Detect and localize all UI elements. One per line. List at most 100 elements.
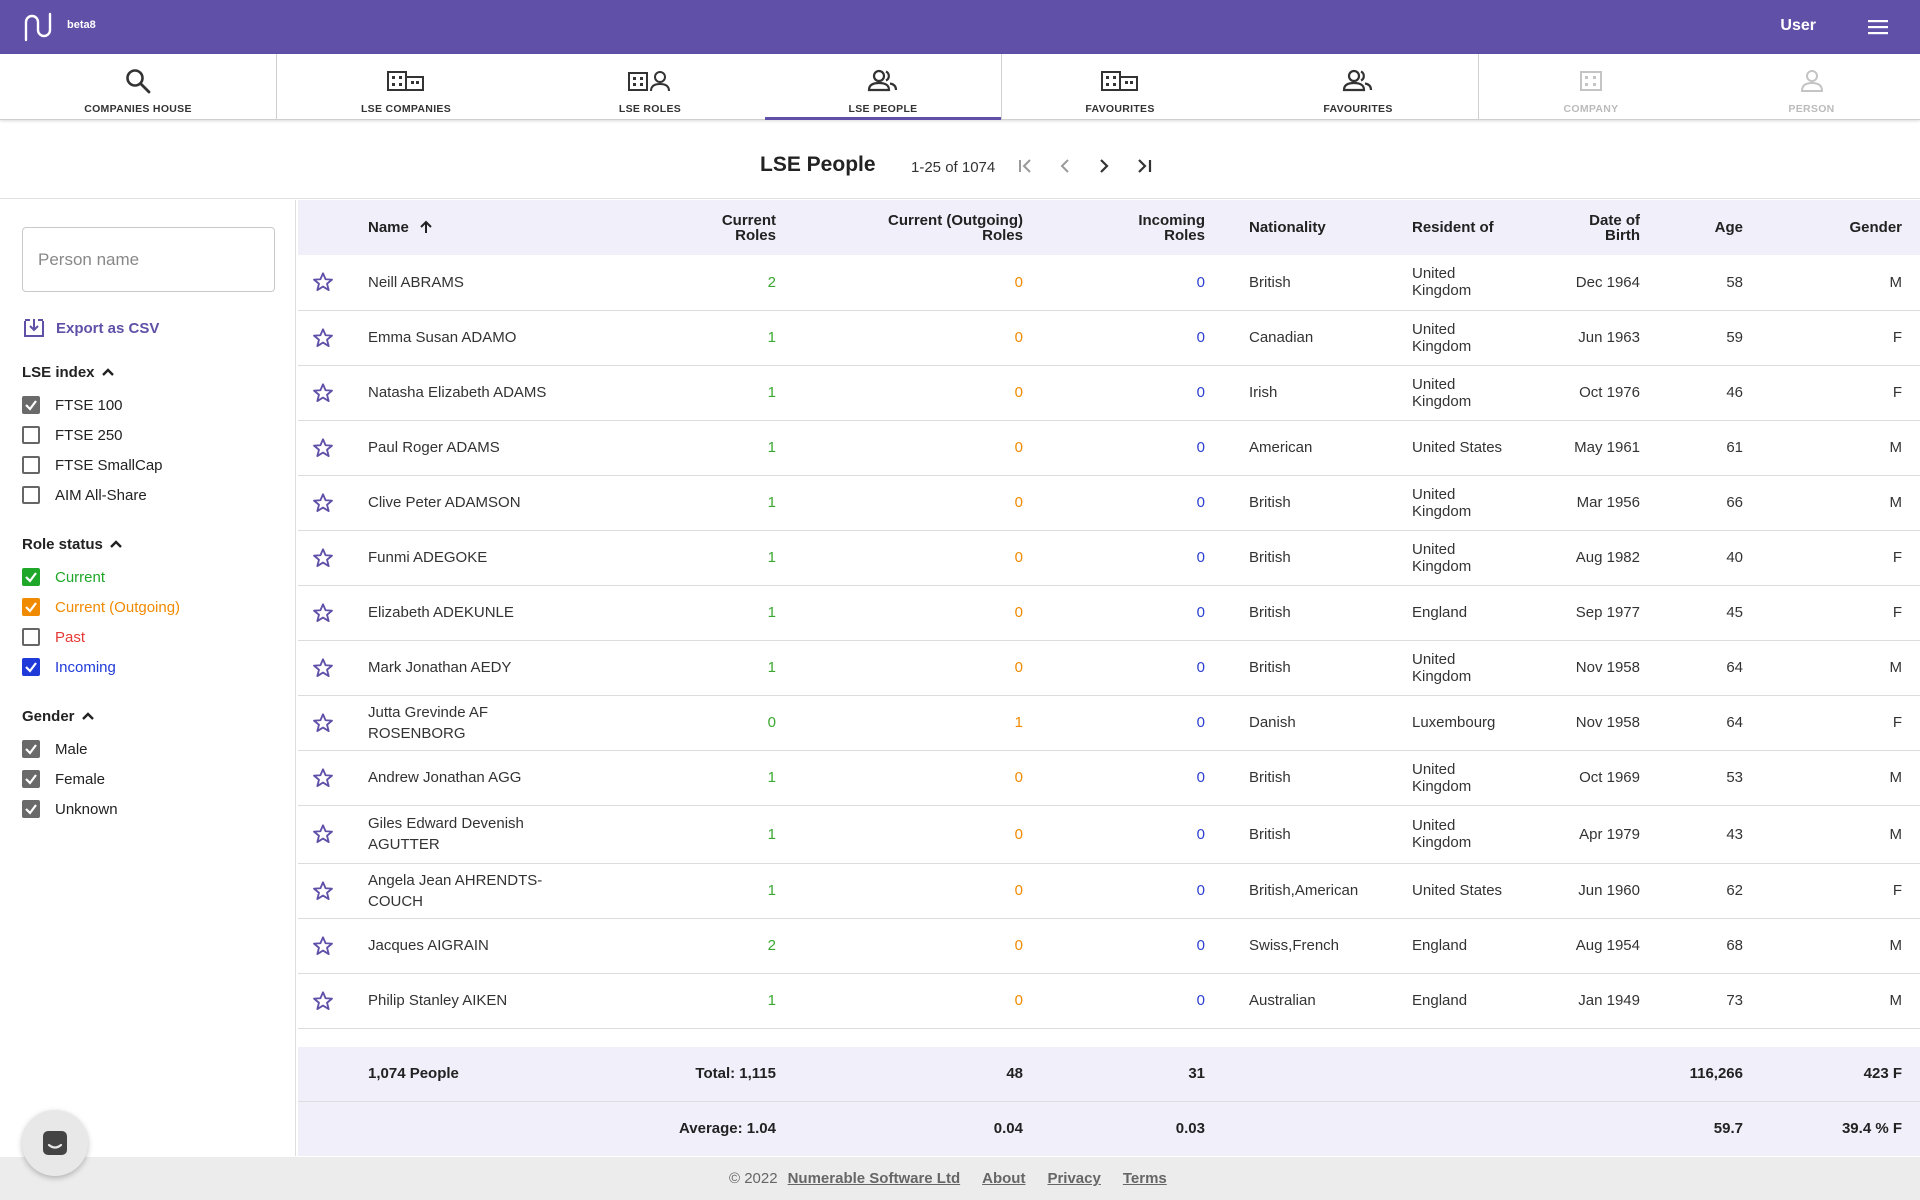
filter-option[interactable]: FTSE 250 [22,420,163,450]
checkbox-checked[interactable] [22,598,40,616]
name-column-header[interactable]: Name [368,200,588,255]
person-name[interactable]: Neill ABRAMS [368,255,588,310]
filter-option[interactable]: FTSE 100 [22,390,163,420]
star-outline-icon[interactable] [312,823,334,845]
person-name[interactable]: Natasha Elizabeth ADAMS [368,365,588,420]
checkbox[interactable] [22,486,40,504]
role-status-toggle[interactable]: Role status [22,534,180,554]
table-row[interactable]: Neill ABRAMS 2 0 0 British United Kingdom Dec … [298,255,1920,310]
last-page-icon[interactable] [1133,155,1155,177]
person-name[interactable]: Mark Jonathan AEDY [368,640,588,695]
checkbox-checked[interactable] [22,568,40,586]
tab-lse-roles[interactable]: LSE ROLES [535,54,765,120]
first-page-icon[interactable] [1015,155,1037,177]
star-outline-icon[interactable] [312,712,334,734]
star-outline-icon[interactable] [312,767,334,789]
current-roles-count: 1 [767,549,776,566]
person-name[interactable]: Clive Peter ADAMSON [368,475,588,530]
filter-option[interactable]: Male [22,734,118,764]
checkbox[interactable] [22,456,40,474]
tab-favourite-companies[interactable]: FAVOURITES [1002,54,1238,120]
company-link[interactable]: Numerable Software Ltd [788,1170,961,1187]
person-name-search-input[interactable] [22,227,275,292]
checkbox[interactable] [22,628,40,646]
nationality-column-header[interactable]: Nationality [1205,200,1368,255]
checkbox-checked[interactable] [22,770,40,788]
person-name[interactable]: Emma Susan ADAMO [368,310,588,365]
tab-companies-house[interactable]: COMPANIES HOUSE [0,54,276,120]
gender-column-header[interactable]: Gender [1743,200,1920,255]
star-outline-icon[interactable] [312,492,334,514]
resident-column-header[interactable]: Resident of [1368,200,1518,255]
outgoing-roles-column-header[interactable]: Current (Outgoing) Roles [776,200,1023,255]
table-row[interactable]: Angela Jean AHRENDTS-COUCH 1 0 0 British,Ame… [298,863,1920,918]
star-outline-icon[interactable] [312,437,334,459]
numerable-logo-icon[interactable] [22,12,54,42]
star-outline-icon[interactable] [312,935,334,957]
table-row[interactable]: Jacques AIGRAIN 2 0 0 Swiss,French England Aug… [298,918,1920,973]
filter-option-current[interactable]: Current [22,562,180,592]
hamburger-menu-icon[interactable] [1868,19,1888,35]
checkbox-checked[interactable] [22,658,40,676]
table-row[interactable]: Clive Peter ADAMSON 1 0 0 British United King… [298,475,1920,530]
checkbox-checked[interactable] [22,800,40,818]
person-name[interactable]: Philip Stanley AIKEN [368,973,588,1028]
filter-title: Role status [22,535,103,553]
star-outline-icon[interactable] [312,327,334,349]
person-name[interactable]: Funmi ADEGOKE [368,530,588,585]
person-name[interactable]: Giles Edward Devenish AGUTTER [368,805,588,863]
current-roles-column-header[interactable]: Current Roles [588,200,776,255]
next-page-icon[interactable] [1093,155,1115,177]
checkbox-checked[interactable] [22,740,40,758]
previous-page-icon[interactable] [1054,155,1076,177]
person-name[interactable]: Jacques AIGRAIN [368,918,588,973]
table-row[interactable]: Natasha Elizabeth ADAMS 1 0 0 Irish United Ki… [298,365,1920,420]
user-menu[interactable]: User [1780,17,1816,35]
tab-lse-companies[interactable]: LSE COMPANIES [277,54,535,120]
filter-option-past[interactable]: Past [22,622,180,652]
company-person-icon [628,71,670,92]
person-name[interactable]: Elizabeth ADEKUNLE [368,585,588,640]
filter-option[interactable]: AIM All-Share [22,480,163,510]
table-row[interactable]: Paul Roger ADAMS 1 0 0 American United States… [298,420,1920,475]
person-name[interactable]: Paul Roger ADAMS [368,420,588,475]
about-link[interactable]: About [982,1170,1025,1187]
terms-link[interactable]: Terms [1123,1170,1167,1187]
star-outline-icon[interactable] [312,657,334,679]
person-name[interactable]: Jutta Grevinde AF ROSENBORG [368,695,588,750]
filter-option-outgoing[interactable]: Current (Outgoing) [22,592,180,622]
person-name[interactable]: Angela Jean AHRENDTS-COUCH [368,863,588,918]
filter-option[interactable]: FTSE SmallCap [22,450,163,480]
checkbox-checked[interactable] [22,396,40,414]
age-column-header[interactable]: Age [1640,200,1743,255]
star-outline-icon[interactable] [312,880,334,902]
filter-option-incoming[interactable]: Incoming [22,652,180,682]
star-outline-icon[interactable] [312,602,334,624]
star-outline-icon[interactable] [312,990,334,1012]
outgoing-roles-count: 0 [1014,549,1023,566]
tab-favourite-people[interactable]: FAVOURITES [1238,54,1478,120]
table-row[interactable]: Funmi ADEGOKE 1 0 0 British United Kingdom Aug… [298,530,1920,585]
filter-option[interactable]: Unknown [22,794,118,824]
lse-index-toggle[interactable]: LSE index [22,362,163,382]
star-outline-icon[interactable] [312,382,334,404]
chat-launcher-button[interactable] [22,1110,88,1176]
dob-column-header[interactable]: Date of Birth [1518,200,1640,255]
table-row[interactable]: Philip Stanley AIKEN 1 0 0 Australian England… [298,973,1920,1028]
checkbox[interactable] [22,426,40,444]
table-row[interactable]: Giles Edward Devenish AGUTTER 1 0 0 British U… [298,805,1920,863]
star-outline-icon[interactable] [312,271,334,293]
gender-toggle[interactable]: Gender [22,706,118,726]
table-row[interactable]: Emma Susan ADAMO 1 0 0 Canadian United Kingdo… [298,310,1920,365]
star-outline-icon[interactable] [312,547,334,569]
table-row[interactable]: Mark Jonathan AEDY 1 0 0 British United Kingd… [298,640,1920,695]
person-name[interactable]: Andrew Jonathan AGG [368,750,588,805]
incoming-roles-column-header[interactable]: Incoming Roles [1023,200,1205,255]
filter-option[interactable]: Female [22,764,118,794]
tab-lse-people[interactable]: LSE PEOPLE [765,54,1001,120]
table-row[interactable]: Jutta Grevinde AF ROSENBORG 0 1 0 Danish Luxe… [298,695,1920,750]
privacy-link[interactable]: Privacy [1047,1170,1100,1187]
table-row[interactable]: Andrew Jonathan AGG 1 0 0 British United King… [298,750,1920,805]
table-row[interactable]: Elizabeth ADEKUNLE 1 0 0 British England Sep 1… [298,585,1920,640]
export-csv-button[interactable]: Export as CSV [22,316,159,340]
